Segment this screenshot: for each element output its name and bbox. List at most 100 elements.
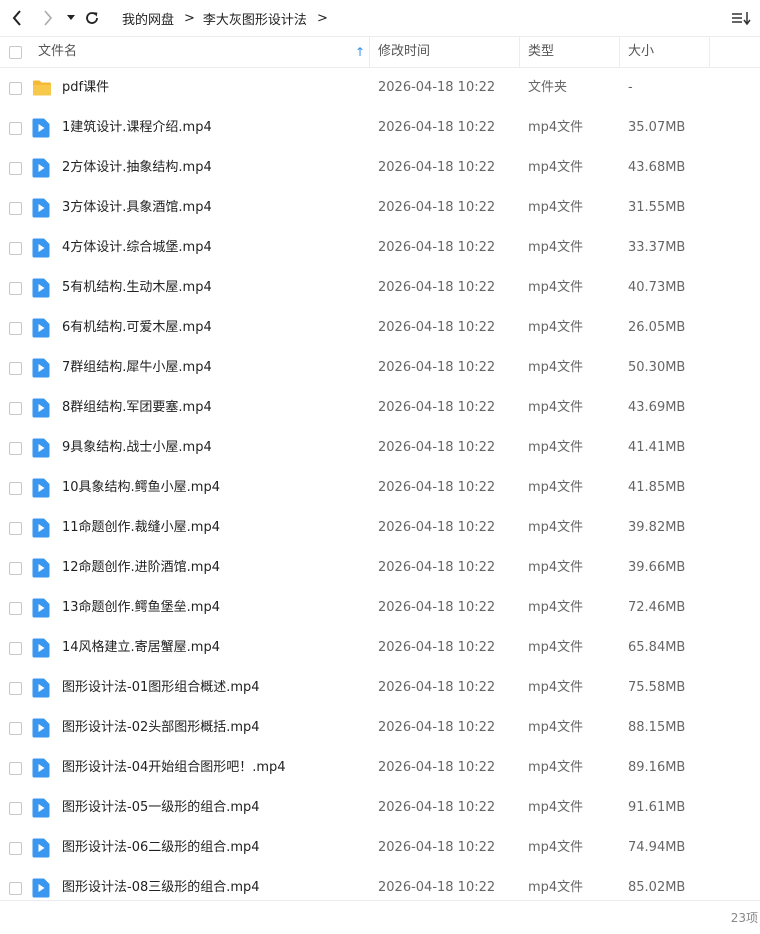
- file-type: mp4文件: [528, 360, 584, 375]
- file-row[interactable]: 12命题创作.进阶酒馆.mp4 2026-04-18 10:22 mp4文件 39.6…: [0, 548, 760, 588]
- history-dropdown-button[interactable]: [61, 8, 81, 28]
- row-checkbox[interactable]: [9, 402, 22, 415]
- file-row[interactable]: 4方体设计.综合城堡.mp4 2026-04-18 10:22 mp4文件 33.37…: [0, 228, 760, 268]
- breadcrumb-separator[interactable]: >: [317, 11, 328, 26]
- file-row[interactable]: 9具象结构.战士小屋.mp4 2026-04-18 10:22 mp4文件 41.41…: [0, 428, 760, 468]
- file-size: 40.73MB: [628, 280, 686, 295]
- row-checkbox[interactable]: [9, 642, 22, 655]
- row-checkbox[interactable]: [9, 482, 22, 495]
- column-type-header[interactable]: 类型: [528, 37, 554, 67]
- file-row[interactable]: 7群组结构.犀牛小屋.mp4 2026-04-18 10:22 mp4文件 50.30…: [0, 348, 760, 388]
- file-row[interactable]: 图形设计法-04开始组合图形吧！.mp4 2026-04-18 10:22 mp4文…: [0, 748, 760, 788]
- forward-button[interactable]: [38, 8, 58, 28]
- file-name[interactable]: 10具象结构.鳄鱼小屋.mp4: [62, 468, 220, 508]
- file-type: mp4文件: [528, 680, 584, 695]
- file-row[interactable]: 14风格建立.寄居蟹屋.mp4 2026-04-18 10:22 mp4文件 65.8…: [0, 628, 760, 668]
- video-file-icon: [32, 118, 52, 138]
- file-name[interactable]: 3方体设计.具象酒馆.mp4: [62, 188, 212, 228]
- file-name[interactable]: 12命题创作.进阶酒馆.mp4: [62, 548, 220, 588]
- sort-asc-icon[interactable]: ↑: [355, 37, 365, 67]
- file-name[interactable]: 2方体设计.抽象结构.mp4: [62, 148, 212, 188]
- video-file-icon: [32, 758, 52, 778]
- row-checkbox[interactable]: [9, 842, 22, 855]
- row-checkbox[interactable]: [9, 122, 22, 135]
- caret-down-icon: [67, 15, 75, 20]
- file-row[interactable]: 图形设计法-06二级形的组合.mp4 2026-04-18 10:22 mp4文件 7…: [0, 828, 760, 868]
- row-checkbox[interactable]: [9, 882, 22, 895]
- row-checkbox[interactable]: [9, 82, 22, 95]
- file-modified: 2026-04-18 10:22: [378, 320, 496, 335]
- file-size: 75.58MB: [628, 680, 686, 695]
- video-file-icon: [32, 558, 52, 578]
- column-divider[interactable]: [519, 37, 520, 67]
- column-divider[interactable]: [369, 37, 370, 67]
- video-file-icon: [32, 398, 52, 418]
- file-modified: 2026-04-18 10:22: [378, 160, 496, 175]
- file-name[interactable]: 图形设计法-01图形组合概述.mp4: [62, 668, 260, 708]
- row-checkbox[interactable]: [9, 242, 22, 255]
- file-name[interactable]: 14风格建立.寄居蟹屋.mp4: [62, 628, 220, 668]
- file-row[interactable]: 13命题创作.鳄鱼堡垒.mp4 2026-04-18 10:22 mp4文件 72.4…: [0, 588, 760, 628]
- file-name[interactable]: 图形设计法-06二级形的组合.mp4: [62, 828, 260, 868]
- sort-button[interactable]: [730, 8, 752, 28]
- row-checkbox[interactable]: [9, 802, 22, 815]
- row-checkbox[interactable]: [9, 442, 22, 455]
- refresh-button[interactable]: [82, 8, 102, 28]
- column-divider[interactable]: [619, 37, 620, 67]
- file-name[interactable]: pdf课件: [62, 68, 109, 108]
- select-all-checkbox[interactable]: [9, 46, 22, 59]
- file-row[interactable]: 图形设计法-02头部图形概括.mp4 2026-04-18 10:22 mp4文件 8…: [0, 708, 760, 748]
- file-type: 文件夹: [528, 80, 568, 95]
- file-modified: 2026-04-18 10:22: [378, 600, 496, 615]
- file-row[interactable]: 6有机结构.可爱木屋.mp4 2026-04-18 10:22 mp4文件 26.05…: [0, 308, 760, 348]
- file-row[interactable]: 11命题创作.裁缝小屋.mp4 2026-04-18 10:22 mp4文件 39.8…: [0, 508, 760, 548]
- file-name[interactable]: 8群组结构.军团要塞.mp4: [62, 388, 212, 428]
- file-row[interactable]: 5有机结构.生动木屋.mp4 2026-04-18 10:22 mp4文件 40.73…: [0, 268, 760, 308]
- breadcrumb-current[interactable]: 李大灰图形设计法: [203, 9, 307, 28]
- video-file-icon: [32, 798, 52, 818]
- row-checkbox[interactable]: [9, 162, 22, 175]
- row-checkbox[interactable]: [9, 362, 22, 375]
- file-name[interactable]: 9具象结构.战士小屋.mp4: [62, 428, 212, 468]
- file-name[interactable]: 11命题创作.裁缝小屋.mp4: [62, 508, 220, 548]
- column-modified-header[interactable]: 修改时间: [378, 37, 430, 67]
- file-row[interactable]: 图形设计法-01图形组合概述.mp4 2026-04-18 10:22 mp4文件 7…: [0, 668, 760, 708]
- column-header: 文件名 ↑ 修改时间 类型 大小: [0, 36, 760, 68]
- column-size-header[interactable]: 大小: [628, 37, 654, 67]
- row-checkbox[interactable]: [9, 722, 22, 735]
- row-checkbox[interactable]: [9, 682, 22, 695]
- file-name[interactable]: 5有机结构.生动木屋.mp4: [62, 268, 212, 308]
- file-name[interactable]: 1建筑设计.课程介绍.mp4: [62, 108, 212, 148]
- file-name[interactable]: 6有机结构.可爱木屋.mp4: [62, 308, 212, 348]
- file-row[interactable]: 1建筑设计.课程介绍.mp4 2026-04-18 10:22 mp4文件 35.07…: [0, 108, 760, 148]
- column-divider[interactable]: [709, 37, 710, 67]
- row-checkbox[interactable]: [9, 602, 22, 615]
- column-name-header[interactable]: 文件名: [38, 37, 77, 67]
- file-type: mp4文件: [528, 520, 584, 535]
- breadcrumb-root[interactable]: 我的网盘: [122, 9, 174, 28]
- file-row[interactable]: 2方体设计.抽象结构.mp4 2026-04-18 10:22 mp4文件 43.68…: [0, 148, 760, 188]
- file-row[interactable]: pdf课件 2026-04-18 10:22 文件夹 -: [0, 68, 760, 108]
- file-list: pdf课件 2026-04-18 10:22 文件夹 -1建筑设计.课程介绍.mp4 2…: [0, 68, 760, 908]
- file-type: mp4文件: [528, 120, 584, 135]
- file-row[interactable]: 图形设计法-05一级形的组合.mp4 2026-04-18 10:22 mp4文件 9…: [0, 788, 760, 828]
- row-checkbox[interactable]: [9, 202, 22, 215]
- file-row[interactable]: 10具象结构.鳄鱼小屋.mp4 2026-04-18 10:22 mp4文件 41.8…: [0, 468, 760, 508]
- file-name[interactable]: 4方体设计.综合城堡.mp4: [62, 228, 212, 268]
- file-name[interactable]: 13命题创作.鳄鱼堡垒.mp4: [62, 588, 220, 628]
- row-checkbox[interactable]: [9, 562, 22, 575]
- row-checkbox[interactable]: [9, 282, 22, 295]
- file-modified: 2026-04-18 10:22: [378, 80, 496, 95]
- file-row[interactable]: 8群组结构.军团要塞.mp4 2026-04-18 10:22 mp4文件 43.69…: [0, 388, 760, 428]
- row-checkbox[interactable]: [9, 322, 22, 335]
- file-modified: 2026-04-18 10:22: [378, 480, 496, 495]
- file-row[interactable]: 3方体设计.具象酒馆.mp4 2026-04-18 10:22 mp4文件 31.55…: [0, 188, 760, 228]
- file-name[interactable]: 7群组结构.犀牛小屋.mp4: [62, 348, 212, 388]
- row-checkbox[interactable]: [9, 762, 22, 775]
- back-button[interactable]: [7, 8, 27, 28]
- breadcrumb-separator: >: [184, 10, 195, 26]
- file-name[interactable]: 图形设计法-04开始组合图形吧！.mp4: [62, 748, 286, 788]
- row-checkbox[interactable]: [9, 522, 22, 535]
- file-name[interactable]: 图形设计法-02头部图形概括.mp4: [62, 708, 260, 748]
- file-name[interactable]: 图形设计法-05一级形的组合.mp4: [62, 788, 260, 828]
